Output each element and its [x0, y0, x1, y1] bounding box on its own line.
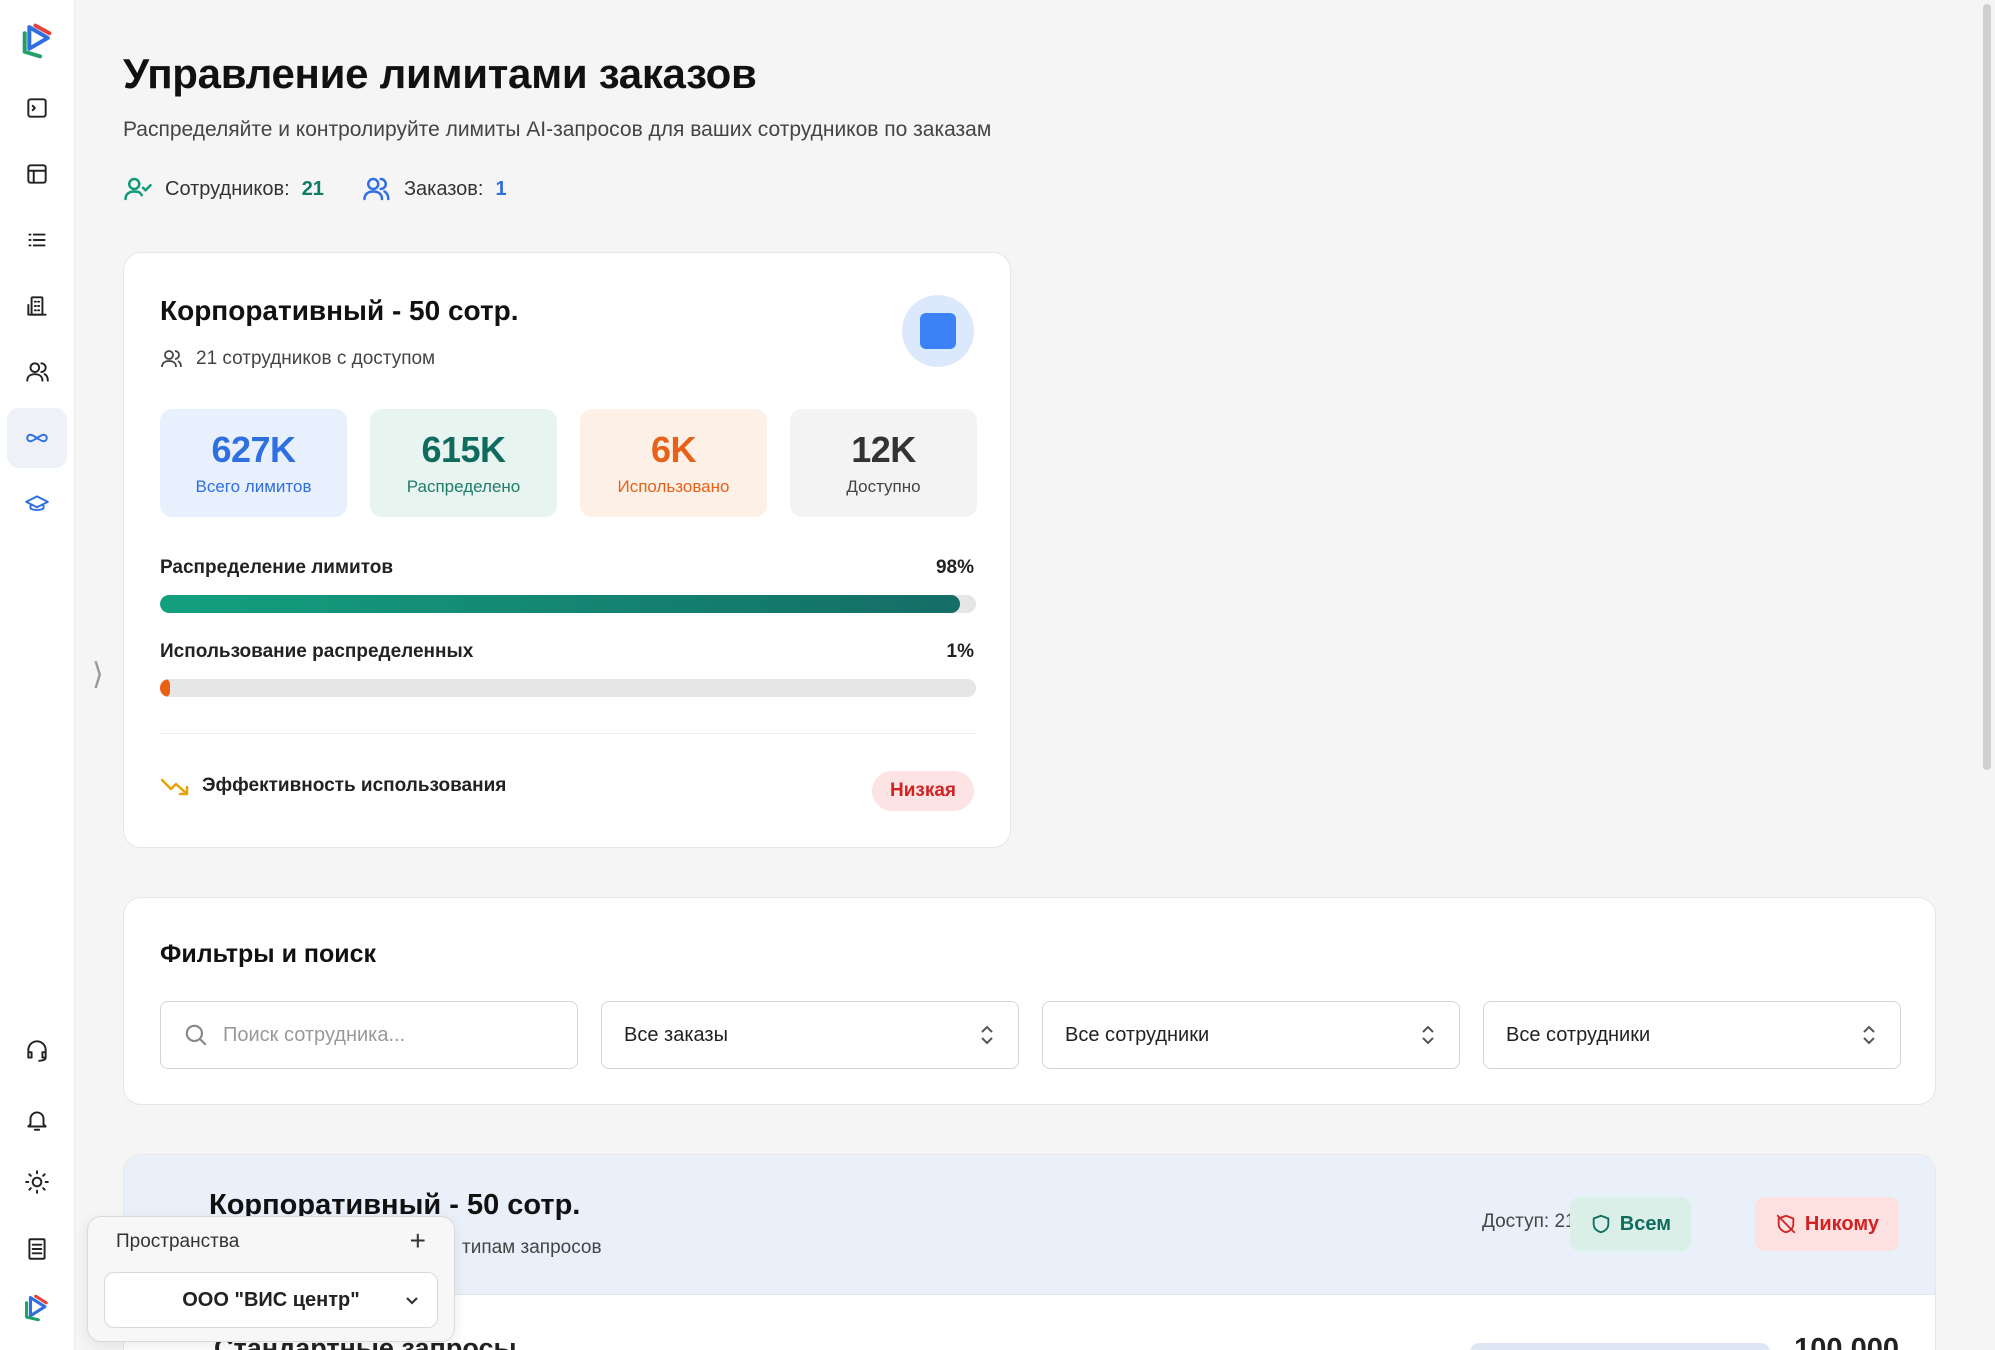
metric-distributed: 615K Распределено: [370, 409, 557, 517]
metric-label: Доступно: [846, 477, 921, 496]
orders-select-value: Все заказы: [624, 1023, 728, 1046]
employees-label: Сотрудников:: [165, 177, 290, 200]
order-subtitle: типам запросов: [462, 1237, 602, 1258]
usage-progress: [160, 679, 976, 697]
scrollbar-thumb[interactable]: [1983, 4, 1991, 770]
infinity-icon[interactable]: [7, 408, 67, 468]
bell-icon[interactable]: [7, 1090, 67, 1150]
usage-label: Использование распределенных: [160, 641, 474, 662]
shield-off-icon: [1776, 1214, 1796, 1234]
brand-icon: [7, 1278, 67, 1338]
spaces-switcher: Пространства + ООО "ВИС центр": [87, 1216, 455, 1342]
space-select[interactable]: ООО "ВИС центр": [104, 1272, 438, 1328]
chevron-up-down-icon: [1863, 1025, 1875, 1045]
request-type-bar: [1470, 1343, 1770, 1350]
usage-percent: 1%: [946, 641, 974, 662]
search-icon: [185, 1024, 207, 1046]
spaces-label: Пространства: [116, 1231, 240, 1252]
orders-select[interactable]: Все заказы: [601, 1001, 1019, 1069]
metric-value: 6K: [650, 429, 697, 470]
employees-filter-select[interactable]: Все сотрудники: [1483, 1001, 1901, 1069]
metric-used: 6K Использовано: [580, 409, 767, 517]
employees-filter-select-value: Все сотрудники: [1506, 1023, 1651, 1046]
orders-stat: Заказов: 1: [362, 174, 507, 204]
chevron-up-down-icon: [1422, 1025, 1434, 1045]
metric-value: 615K: [421, 429, 506, 470]
sidebar: [0, 0, 75, 1350]
graduation-cap-icon[interactable]: [7, 474, 67, 534]
metric-total: 627K Всего лимитов: [160, 409, 347, 517]
metric-label: Использовано: [617, 477, 730, 496]
logo-icon[interactable]: [7, 11, 67, 71]
orders-label: Заказов:: [403, 177, 484, 200]
sidebar-expand-handle[interactable]: ⟩: [92, 660, 104, 690]
headset-icon[interactable]: [7, 1020, 67, 1080]
page-title: Управление лимитами заказов: [123, 50, 757, 97]
filters-card: Фильтры и поиск Все заказы Все сотрудник…: [123, 897, 1936, 1105]
list-icon[interactable]: [7, 210, 67, 270]
building-icon[interactable]: [7, 276, 67, 336]
trending-down-icon: [160, 778, 189, 796]
shield-icon: [1592, 1214, 1610, 1234]
user-check-icon: [124, 177, 152, 201]
users-icon: [363, 177, 390, 201]
revoke-all-button[interactable]: Никому: [1754, 1197, 1899, 1251]
users-icon: [161, 350, 182, 368]
efficiency-badge: Низкая: [871, 771, 974, 811]
stats-row: Сотрудников: 21 Заказов: 1: [123, 174, 507, 204]
employees-stat: Сотрудников: 21: [123, 174, 324, 204]
distribution-label: Распределение лимитов: [160, 557, 394, 578]
metric-value: 627K: [211, 429, 296, 470]
orders-value: 1: [495, 177, 507, 200]
usage-progress-fill: [160, 679, 170, 697]
document-icon[interactable]: [7, 1219, 67, 1279]
metrics: 627K Всего лимитов 615K Распределено 6K …: [160, 409, 977, 517]
distribution-percent: 98%: [935, 557, 974, 578]
grant-all-label: Всем: [1619, 1212, 1671, 1235]
page-subtitle: Распределяйте и контролируйте лимиты AI-…: [123, 118, 992, 141]
revoke-all-label: Никому: [1804, 1212, 1879, 1235]
divider: [160, 733, 976, 734]
scrollbar[interactable]: [1981, 0, 1993, 1350]
metric-value: 12K: [851, 429, 916, 470]
add-space-button[interactable]: +: [410, 1225, 426, 1257]
employees-select[interactable]: Все сотрудники: [1042, 1001, 1460, 1069]
square-icon: [920, 313, 956, 349]
employees-value: 21: [301, 177, 324, 200]
users-icon[interactable]: [7, 342, 67, 402]
distribution-progress-fill: [160, 595, 960, 613]
terminal-icon[interactable]: [7, 78, 67, 138]
distribution-progress: [160, 595, 976, 613]
search-input[interactable]: [223, 1023, 555, 1047]
plan-card: Корпоративный - 50 сотр. 21 сотрудников …: [123, 252, 1011, 848]
plan-users-text: 21 сотрудников с доступом: [196, 348, 436, 369]
space-select-value: ООО "ВИС центр": [182, 1288, 360, 1311]
efficiency-label: Эффективность использования: [202, 775, 507, 796]
metric-available: 12K Доступно: [790, 409, 977, 517]
chevron-down-icon: [406, 1297, 418, 1305]
efficiency-row: Эффективность использования: [160, 775, 506, 797]
plan-title: Корпоративный - 50 сотр.: [160, 295, 519, 326]
chevron-up-down-icon: [981, 1025, 993, 1045]
search-field[interactable]: [160, 1001, 578, 1069]
plan-users: 21 сотрудников с доступом: [160, 347, 435, 371]
table-icon[interactable]: [7, 144, 67, 204]
metric-label: Всего лимитов: [195, 477, 312, 496]
request-type-value: 100 000: [1794, 1333, 1899, 1350]
metric-label: Распределено: [406, 477, 521, 496]
employees-select-value: Все сотрудники: [1065, 1023, 1210, 1046]
grant-all-button[interactable]: Всем: [1569, 1197, 1691, 1251]
sun-icon[interactable]: [7, 1152, 67, 1212]
plan-color-badge: [902, 295, 974, 367]
filters-title: Фильтры и поиск: [160, 940, 377, 968]
